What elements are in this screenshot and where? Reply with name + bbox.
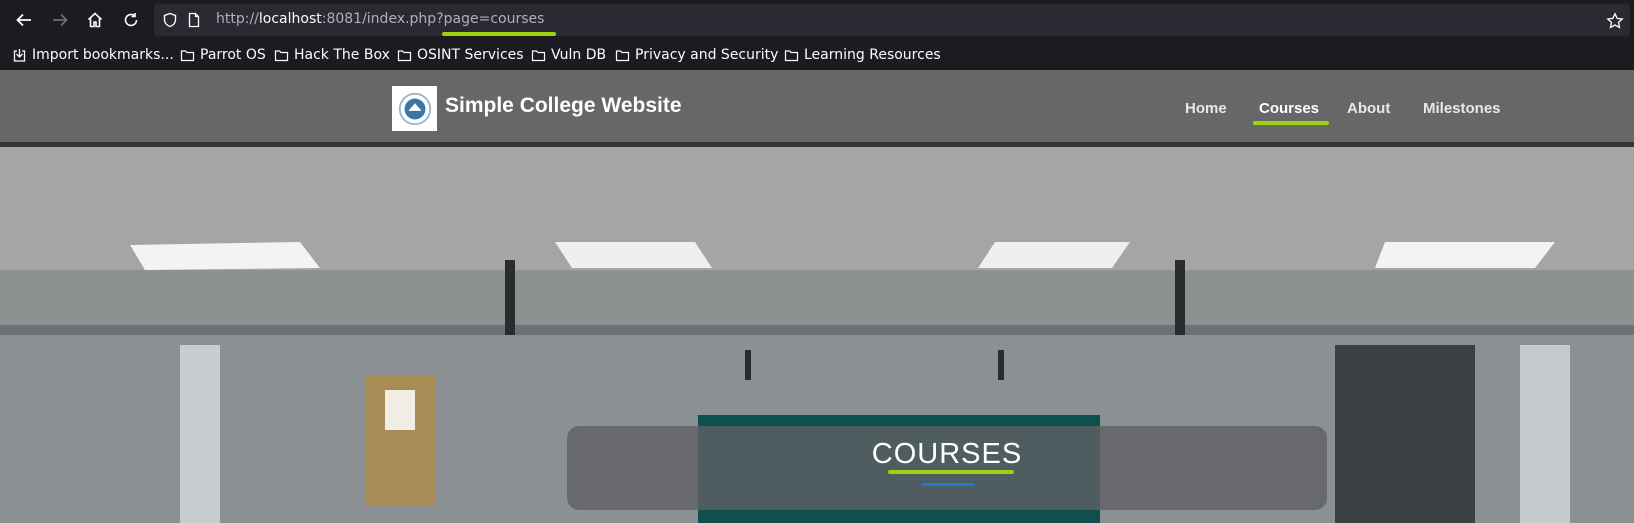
bookmark-label: Privacy and Security [635,47,779,63]
bookmark-vuln-db[interactable]: Vuln DB [531,45,606,65]
website-viewport: Simple College Website Home Courses Abou… [0,70,1634,523]
url-rest: :8081/index.php?page=courses [321,11,545,27]
bookmark-privacy-and-security[interactable]: Privacy and Security [615,45,778,65]
forward-arrow-icon[interactable] [48,8,72,32]
folder-icon [531,49,546,61]
bookmark-osint-services[interactable]: OSINT Services [397,45,524,65]
page-heading-banner: COURSES [567,426,1327,510]
page-icon[interactable] [186,12,202,28]
back-arrow-icon[interactable] [12,8,36,32]
url-scheme: http:// [216,11,259,27]
bookmark-import[interactable]: Import bookmarks... [12,45,174,65]
folder-icon [784,49,799,61]
site-brand-title[interactable]: Simple College Website [445,94,682,118]
nav-milestones[interactable]: Milestones [1423,100,1501,117]
shield-icon[interactable] [162,12,178,28]
bookmark-label: Import bookmarks... [32,47,174,63]
college-logo-icon[interactable] [392,86,437,131]
nav-courses[interactable]: Courses [1259,100,1319,117]
bookmark-label: Hack The Box [294,47,390,63]
header-divider [0,142,1634,147]
import-icon [13,48,26,62]
bookmark-label: Parrot OS [200,47,266,63]
bookmark-star-icon[interactable] [1606,12,1624,30]
folder-icon [615,49,630,61]
site-header: Simple College Website Home Courses Abou… [0,70,1634,142]
folder-icon [397,49,412,61]
address-bar[interactable]: http://localhost:8081/index.php?page=cou… [154,4,1630,36]
browser-toolbar: http://localhost:8081/index.php?page=cou… [0,0,1634,40]
bookmark-label: OSINT Services [417,47,524,63]
nav-active-indicator [1253,121,1329,125]
bookmark-hack-the-box[interactable]: Hack The Box [274,45,390,65]
title-underline-blue [921,483,975,486]
bookmark-learning-resources[interactable]: Learning Resources [784,45,941,65]
nav-about[interactable]: About [1347,100,1390,117]
nav-home[interactable]: Home [1185,100,1227,117]
url-highlight [442,32,556,36]
bookmark-label: Learning Resources [804,47,941,63]
bookmark-parrot-os[interactable]: Parrot OS [180,45,266,65]
bookmark-label: Vuln DB [551,47,607,63]
page-title: COURSES [871,438,1023,470]
url-host: localhost [258,11,322,27]
reload-icon[interactable] [119,8,143,32]
folder-icon [274,49,289,61]
url-text[interactable]: http://localhost:8081/index.php?page=cou… [216,11,544,27]
title-underline-green [888,470,1014,474]
folder-icon [180,49,195,61]
bookmarks-bar: Import bookmarks... Parrot OS Hack The B… [0,40,1634,71]
home-icon[interactable] [83,8,107,32]
